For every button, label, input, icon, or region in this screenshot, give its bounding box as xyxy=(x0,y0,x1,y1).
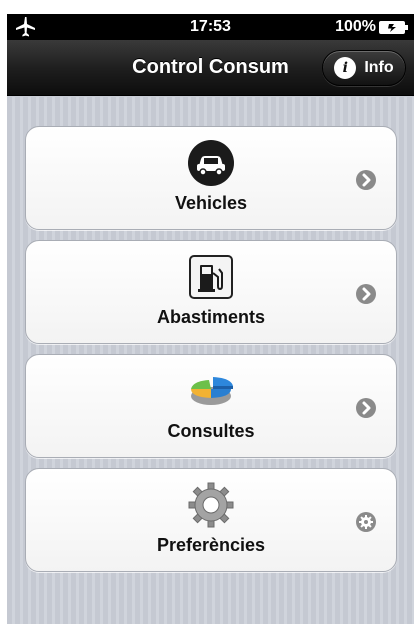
app-screen: 17:53 100% Control Consum i Info Vehicle… xyxy=(7,14,414,624)
status-bar: 17:53 100% xyxy=(7,14,414,40)
battery-charging-icon xyxy=(379,21,408,34)
battery-percent: 100% xyxy=(335,18,376,35)
chevron-right-icon xyxy=(356,398,376,418)
gear-icon xyxy=(188,482,234,528)
preferencies-button[interactable]: Preferències xyxy=(25,468,397,572)
menu-item-label: Preferències xyxy=(156,535,266,555)
info-button[interactable]: i Info xyxy=(322,50,406,86)
menu-item-label: Consultes xyxy=(167,421,255,441)
chevron-right-icon xyxy=(356,170,376,190)
info-button-label: Info xyxy=(364,59,394,76)
consultes-button[interactable]: Consultes xyxy=(25,354,397,458)
navigation-bar: Control Consum i Info xyxy=(7,40,414,96)
gear-small-icon xyxy=(356,512,376,532)
chevron-right-icon xyxy=(356,284,376,304)
car-icon xyxy=(188,140,234,186)
abastiments-button[interactable]: Abastiments xyxy=(25,240,397,344)
menu-item-label: Vehicles xyxy=(174,193,248,213)
pie-chart-icon xyxy=(191,377,233,405)
vehicles-button[interactable]: Vehicles xyxy=(25,126,397,230)
info-icon: i xyxy=(334,57,357,79)
menu-list: Vehicles Abastiments Consultes Preferènc… xyxy=(7,97,414,624)
menu-item-label: Abastiments xyxy=(156,307,266,327)
fuel-pump-icon xyxy=(189,255,233,299)
